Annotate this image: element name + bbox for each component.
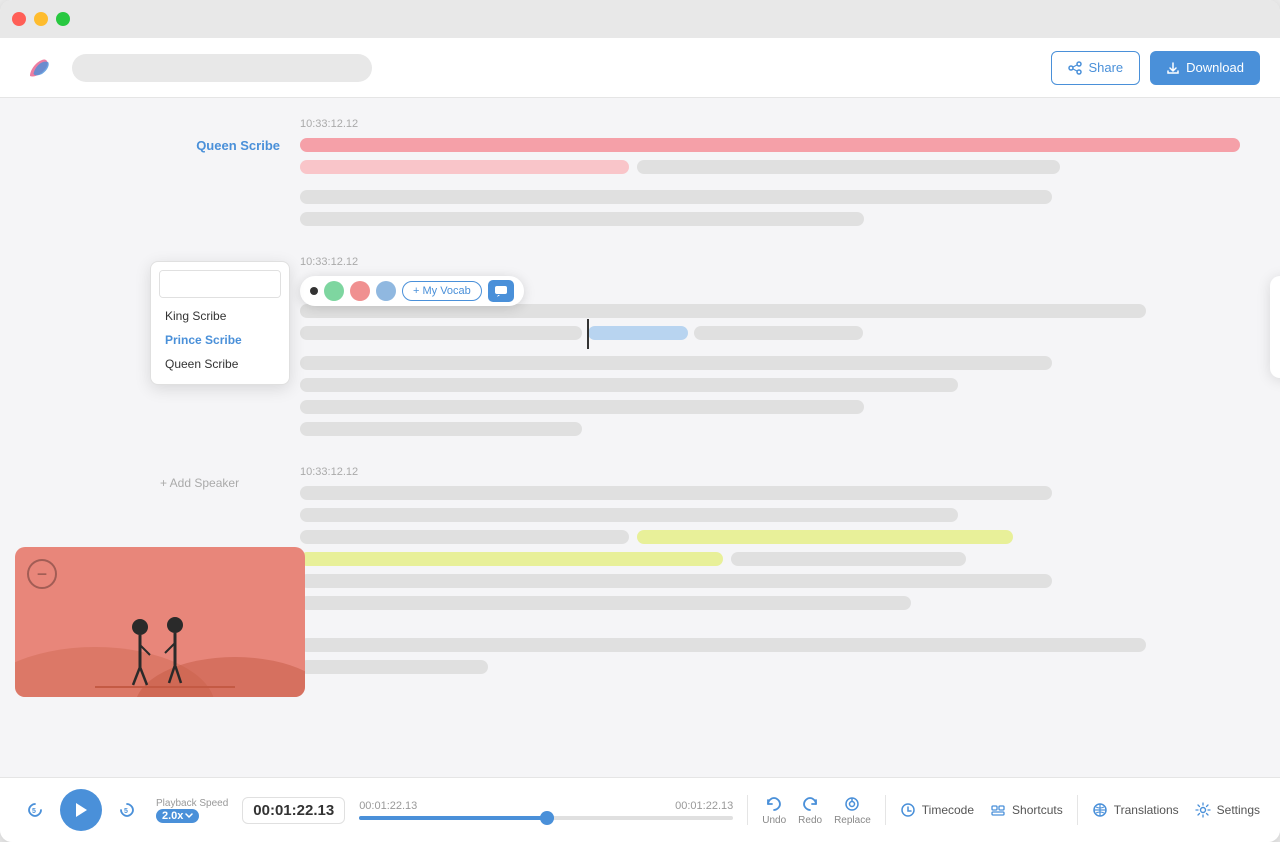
shortcuts-label: Shortcuts (1012, 803, 1063, 817)
rewind-button[interactable]: 5 (20, 795, 50, 825)
speed-badge[interactable]: 2.0x (156, 809, 199, 823)
redo-label: Redo (798, 815, 822, 826)
replace-label: Replace (834, 815, 871, 826)
color-blue-button[interactable] (376, 281, 396, 301)
transcript-block-3: 10:33:12.12 + Add Speaker (300, 466, 1240, 674)
text-line (300, 574, 1052, 588)
translations-button[interactable]: Translations (1092, 802, 1179, 818)
header-actions: Share Download (1051, 51, 1260, 85)
share-button[interactable]: Share (1051, 51, 1140, 85)
time-end: 00:01:22.13 (675, 800, 733, 812)
speaker-option-prince[interactable]: Prince Scribe (159, 328, 281, 352)
progress-area: 00:01:22.13 00:01:22.13 (359, 800, 733, 820)
timecode-label: Timecode (922, 803, 974, 817)
text-line (300, 638, 1146, 652)
editor: 10:33:12.12 Queen Scribe 10:33:12.12 + (0, 98, 1280, 777)
download-button[interactable]: Download (1150, 51, 1260, 85)
main-content: 10:33:12.12 Queen Scribe 10:33:12.12 + (0, 98, 1280, 777)
search-bar-container (72, 54, 372, 82)
titlebar (0, 0, 1280, 38)
speed-control: Playback Speed 2.0x (156, 798, 228, 823)
color-green-button[interactable] (324, 281, 344, 301)
timestamp-3: 10:33:12.12 (300, 466, 1240, 478)
close-button[interactable] (12, 12, 26, 26)
undo-label: Undo (762, 815, 786, 826)
header: Share Download (0, 38, 1280, 98)
redo-button[interactable]: Redo (798, 795, 822, 826)
video-preview: − (15, 547, 305, 697)
timecode-button[interactable]: Timecode (900, 802, 974, 818)
shortcuts-button[interactable]: Shortcuts (990, 802, 1063, 818)
share-label: Share (1088, 60, 1123, 75)
text-line (300, 190, 1052, 204)
format-toolbar: + My Vocab (300, 276, 524, 306)
progress-fill (359, 816, 554, 820)
add-speaker-button[interactable]: + Add Speaker (160, 476, 239, 490)
transcript-block-1: 10:33:12.12 Queen Scribe (300, 118, 1240, 226)
speaker-dropdown: + King Scribe Prince Scribe Queen Scribe (150, 261, 290, 385)
separator-3 (1077, 795, 1078, 825)
speaker-option-queen[interactable]: Queen Scribe (159, 352, 281, 376)
translations-label: Translations (1114, 803, 1179, 817)
download-label: Download (1186, 60, 1244, 75)
svg-text:5: 5 (124, 808, 128, 815)
logo (20, 50, 56, 86)
text-line (300, 508, 958, 522)
vocab-button[interactable]: + My Vocab (402, 281, 482, 301)
svg-text:5: 5 (32, 808, 36, 815)
separator-2 (885, 795, 886, 825)
undo-redo-controls: Undo Redo Replace (762, 795, 871, 826)
progress-bar[interactable] (359, 816, 733, 820)
comment-bubble (1270, 276, 1280, 378)
timecode-display: 00:01:22.13 (242, 797, 345, 824)
app-window: Share Download 10:33:12.12 Queen Scribe (0, 0, 1280, 842)
text-line (300, 596, 911, 610)
playback-bar: 5 5 Playback Speed 2.0x (0, 777, 1280, 842)
progress-thumb[interactable] (540, 811, 554, 825)
document-title-bar (72, 54, 372, 82)
separator (747, 795, 748, 825)
text-line (300, 378, 958, 392)
text-line (300, 422, 582, 436)
text-line (300, 138, 1240, 152)
speed-value: 2.0x (162, 810, 183, 822)
speaker-search-row[interactable]: + (159, 270, 281, 298)
speaker-option-king[interactable]: King Scribe (159, 304, 281, 328)
settings-button[interactable]: Settings (1195, 802, 1260, 818)
text-line (300, 400, 864, 414)
text-line (300, 660, 488, 674)
transcript-block-2: 10:33:12.12 + King Scribe Prince Scribe … (300, 256, 1240, 436)
maximize-button[interactable] (56, 12, 70, 26)
text-line (300, 356, 1052, 370)
settings-label: Settings (1217, 803, 1260, 817)
minimize-button[interactable] (34, 12, 48, 26)
text-line (300, 304, 1146, 318)
text-line (300, 212, 864, 226)
speed-label: Playback Speed (156, 798, 228, 809)
comment-button[interactable] (488, 280, 514, 302)
replace-button[interactable]: Replace (834, 795, 871, 826)
time-start: 00:01:22.13 (359, 800, 417, 812)
color-red-button[interactable] (350, 281, 370, 301)
playback-controls: 5 5 (20, 789, 142, 831)
timestamp-2: 10:33:12.12 (300, 256, 1240, 268)
text-line (300, 486, 1052, 500)
play-button[interactable] (60, 789, 102, 831)
speaker-queen[interactable]: Queen Scribe (160, 138, 280, 153)
speaker-search-input[interactable] (160, 271, 281, 297)
timestamp-1: 10:33:12.12 (300, 118, 1240, 130)
forward-button[interactable]: 5 (112, 795, 142, 825)
undo-button[interactable]: Undo (762, 795, 786, 826)
